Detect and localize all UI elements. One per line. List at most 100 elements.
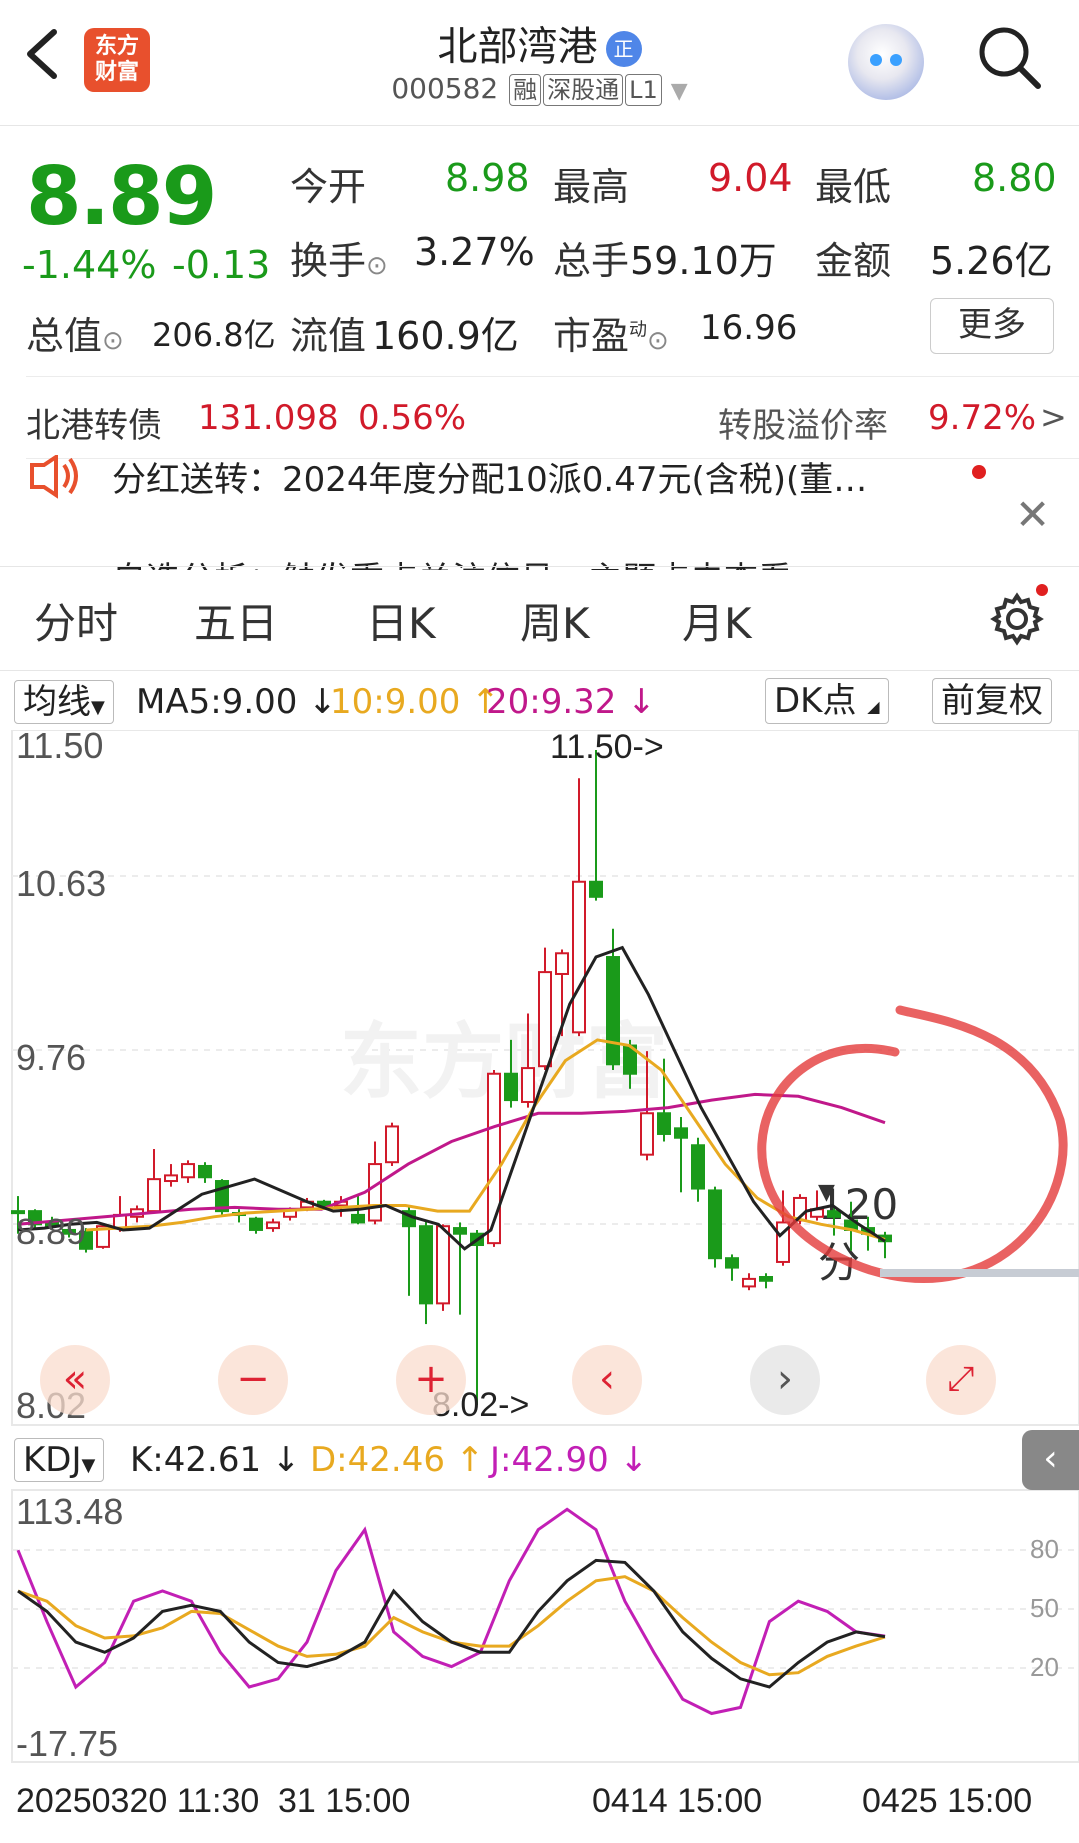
bond-pct: 0.56% bbox=[358, 398, 467, 438]
kdj-j-value: J:42.90 ↓ bbox=[490, 1440, 649, 1480]
x-axis-label: 0414 15:00 bbox=[592, 1782, 762, 1820]
candle-body bbox=[674, 1127, 688, 1139]
candle-body bbox=[164, 1174, 178, 1183]
candle-body bbox=[504, 1072, 518, 1102]
info-icon[interactable]: ⊙ bbox=[366, 251, 388, 281]
adjust-button[interactable]: 前复权 bbox=[932, 678, 1052, 724]
ma10-value: 10:9.00 ↑ bbox=[330, 682, 500, 722]
prev-icon[interactable]: ‹ bbox=[572, 1345, 642, 1415]
high-annotation: 11.50-> bbox=[550, 730, 664, 766]
low-label: 最低 bbox=[815, 165, 892, 209]
kdj-axis-bottom: -17.75 bbox=[16, 1723, 118, 1764]
candle-body bbox=[691, 1144, 705, 1190]
divider bbox=[0, 566, 1079, 567]
change-pct: -1.44% bbox=[22, 243, 157, 287]
tag-margin: 融 bbox=[509, 74, 542, 106]
notice-text[interactable]: 分红送转：2024年度分配10派0.47元(含税)(董… bbox=[112, 452, 867, 501]
tab-intraday[interactable]: 分时 bbox=[34, 590, 118, 651]
corner-icon: ◢ bbox=[867, 697, 880, 716]
candle-body bbox=[742, 1277, 756, 1288]
info-icon[interactable]: ⊙ bbox=[647, 326, 669, 356]
candle-body bbox=[368, 1163, 382, 1222]
divider bbox=[0, 670, 1079, 671]
indicator-selector[interactable]: KDJ▼ bbox=[14, 1438, 105, 1482]
candle-body bbox=[827, 1210, 841, 1218]
x-axis-label: 20250320 11:30 bbox=[16, 1782, 259, 1820]
candle-body bbox=[419, 1225, 433, 1305]
settings-gear-icon[interactable] bbox=[990, 584, 1048, 646]
top-bar: 东方 财富 北部湾港正 000582 融深股通 L1 ▼ bbox=[0, 0, 1079, 126]
ma20-value: 20:9.32 ↓ bbox=[486, 682, 656, 722]
tab-weekly[interactable]: 周K bbox=[520, 590, 590, 651]
float-value: 160.9亿 bbox=[372, 314, 519, 358]
price-axis-label: 11.50 bbox=[16, 730, 103, 766]
amount-value: 5.26亿 bbox=[930, 239, 1053, 283]
turnover-value: 3.27% bbox=[414, 230, 535, 274]
chevron-right-icon[interactable]: > bbox=[1040, 398, 1067, 436]
pe-label: 市盈动⊙ bbox=[553, 314, 669, 358]
candle-body bbox=[725, 1257, 739, 1269]
x-axis-label: 0425 15:00 bbox=[862, 1782, 1032, 1820]
collapse-panel-icon[interactable]: ‹ bbox=[1022, 1430, 1079, 1490]
dk-point-button[interactable]: DK点 ◢ bbox=[765, 678, 889, 724]
caret-down-icon[interactable]: ▼ bbox=[671, 79, 688, 104]
zoom-in-icon[interactable]: + bbox=[396, 1345, 466, 1415]
ma5-value: MA5:9.00 ↓ bbox=[136, 682, 337, 722]
zheng-badge-icon: 正 bbox=[605, 31, 642, 67]
assistant-robot-icon[interactable] bbox=[848, 24, 924, 100]
kdj-level-20: 20 bbox=[1030, 1652, 1059, 1682]
caret-down-icon: ▼ bbox=[91, 697, 105, 718]
candle-body bbox=[555, 952, 569, 975]
stock-code: 000582 bbox=[391, 72, 499, 105]
fullscreen-icon[interactable]: ⤢ bbox=[926, 1345, 996, 1415]
unread-dot bbox=[1036, 584, 1048, 596]
candle-body bbox=[759, 1276, 773, 1282]
premium-label: 转股溢价率 bbox=[718, 406, 888, 446]
candle-body bbox=[147, 1178, 161, 1213]
next-icon[interactable]: › bbox=[750, 1345, 820, 1415]
kline-chart[interactable]: 东方财富 11.50 10.63 9.76 8.89 8.02 11.50-> … bbox=[0, 730, 1079, 1843]
premium-value: 9.72% bbox=[928, 398, 1037, 438]
candle-body bbox=[640, 1112, 654, 1156]
speaker-icon bbox=[26, 455, 86, 503]
more-button[interactable]: 更多 bbox=[930, 298, 1054, 354]
search-icon[interactable] bbox=[976, 24, 1042, 90]
candle-body bbox=[181, 1163, 195, 1179]
close-icon[interactable]: ✕ bbox=[1015, 490, 1050, 539]
caret-down-icon: ▼ bbox=[81, 1455, 96, 1476]
turnover-label: 换手⊙ bbox=[290, 239, 388, 283]
candle-body bbox=[249, 1217, 263, 1231]
candle-body bbox=[266, 1221, 280, 1230]
pe-value: 16.96 bbox=[700, 308, 798, 348]
tab-monthly[interactable]: 月K bbox=[682, 590, 752, 651]
amount-label: 金额 bbox=[815, 239, 892, 283]
info-icon[interactable]: ⊙ bbox=[102, 326, 124, 356]
candle-body bbox=[453, 1227, 467, 1235]
kdj-k-value: K:42.61 ↓ bbox=[130, 1440, 301, 1480]
candle-body bbox=[708, 1189, 722, 1260]
zoom-out-icon[interactable]: − bbox=[218, 1345, 288, 1415]
candle-body bbox=[351, 1213, 365, 1224]
tab-daily[interactable]: 日K bbox=[366, 590, 436, 651]
price-axis-label: 10.63 bbox=[16, 863, 106, 904]
bond-name[interactable]: 北港转债 bbox=[26, 398, 162, 447]
notice-second-line: 自选分析：触发重点关注信号，主题点击查看 bbox=[0, 552, 1079, 570]
low-value: 8.80 bbox=[972, 156, 1057, 200]
high-label: 最高 bbox=[553, 165, 630, 209]
rewind-icon[interactable]: « bbox=[40, 1345, 110, 1415]
float-label: 流值 bbox=[290, 314, 367, 358]
kdj-level-50: 50 bbox=[1030, 1593, 1059, 1623]
unread-dot bbox=[972, 465, 986, 479]
candle-body bbox=[657, 1112, 671, 1135]
volume-label: 总手 bbox=[553, 239, 630, 283]
price-axis-label: 9.76 bbox=[16, 1037, 86, 1078]
tab-five-day[interactable]: 五日 bbox=[194, 590, 278, 651]
kdj-level-80: 80 bbox=[1030, 1534, 1059, 1564]
candle-body bbox=[606, 956, 620, 1066]
ma-selector[interactable]: 均线▼ bbox=[14, 680, 114, 724]
candle-body bbox=[198, 1164, 212, 1179]
price-axis-label: 8.89 bbox=[16, 1211, 86, 1252]
mcap-value: 206.8亿 bbox=[152, 316, 276, 354]
x-axis-label: 31 15:00 bbox=[278, 1782, 410, 1820]
volume-value: 59.10万 bbox=[630, 239, 777, 283]
